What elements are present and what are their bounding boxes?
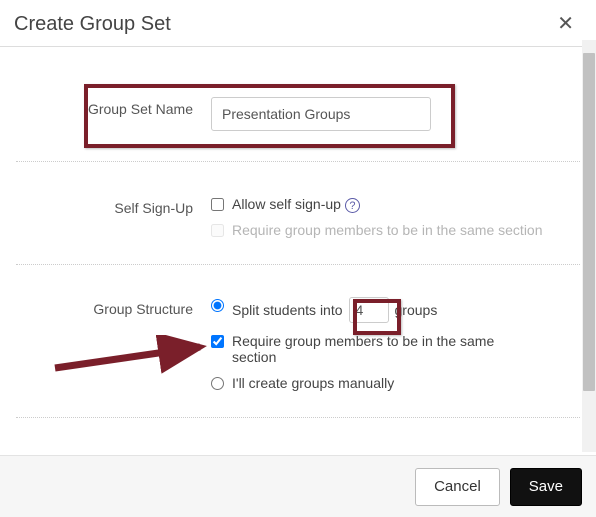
structure-same-section-option[interactable]: Require group members to be in the same … (211, 333, 500, 365)
manual-groups-option[interactable]: I'll create groups manually (211, 375, 500, 391)
row-group-set-name: Group Set Name (16, 83, 580, 143)
split-students-option[interactable]: Split students into groups (211, 297, 500, 323)
self-signup-same-section-checkbox (211, 224, 224, 237)
split-prefix: Split students into (232, 302, 343, 318)
divider (16, 161, 580, 162)
close-icon[interactable]: ✕ (551, 12, 580, 36)
label-self-sign-up: Self Sign-Up (16, 194, 211, 216)
divider (16, 417, 580, 418)
self-signup-same-section-label: Require group members to be in the same … (232, 222, 543, 238)
allow-self-sign-up-checkbox[interactable] (211, 198, 224, 211)
create-group-set-modal: Create Group Set ✕ Group Set Name Self S… (0, 0, 596, 517)
modal-body: Group Set Name Self Sign-Up Allow self s… (0, 47, 596, 442)
group-set-name-input[interactable] (211, 97, 431, 131)
help-icon[interactable]: ? (345, 198, 360, 213)
self-signup-same-section-option: Require group members to be in the same … (211, 222, 580, 238)
label-group-structure: Group Structure (16, 295, 211, 317)
split-students-controls: Split students into groups (232, 297, 437, 323)
row-self-sign-up: Self Sign-Up Allow self sign-up ? Requir… (16, 182, 580, 260)
modal-header: Create Group Set ✕ (0, 0, 596, 47)
allow-self-sign-up-label: Allow self sign-up (232, 196, 341, 212)
manual-groups-radio[interactable] (211, 377, 224, 390)
save-button[interactable]: Save (510, 468, 582, 506)
split-count-input[interactable] (349, 297, 389, 323)
label-group-set-name: Group Set Name (16, 95, 211, 117)
row-group-structure: Group Structure Split students into grou… (16, 283, 580, 413)
modal-footer: Cancel Save (0, 455, 596, 517)
split-suffix: groups (395, 302, 438, 318)
manual-groups-label: I'll create groups manually (232, 375, 394, 391)
cancel-button[interactable]: Cancel (415, 468, 500, 506)
structure-same-section-checkbox[interactable] (211, 335, 224, 348)
allow-self-sign-up-option[interactable]: Allow self sign-up ? (211, 196, 580, 212)
modal-title: Create Group Set (14, 13, 171, 36)
split-students-radio[interactable] (211, 299, 224, 312)
structure-same-section-label: Require group members to be in the same … (232, 333, 500, 365)
divider (16, 264, 580, 265)
